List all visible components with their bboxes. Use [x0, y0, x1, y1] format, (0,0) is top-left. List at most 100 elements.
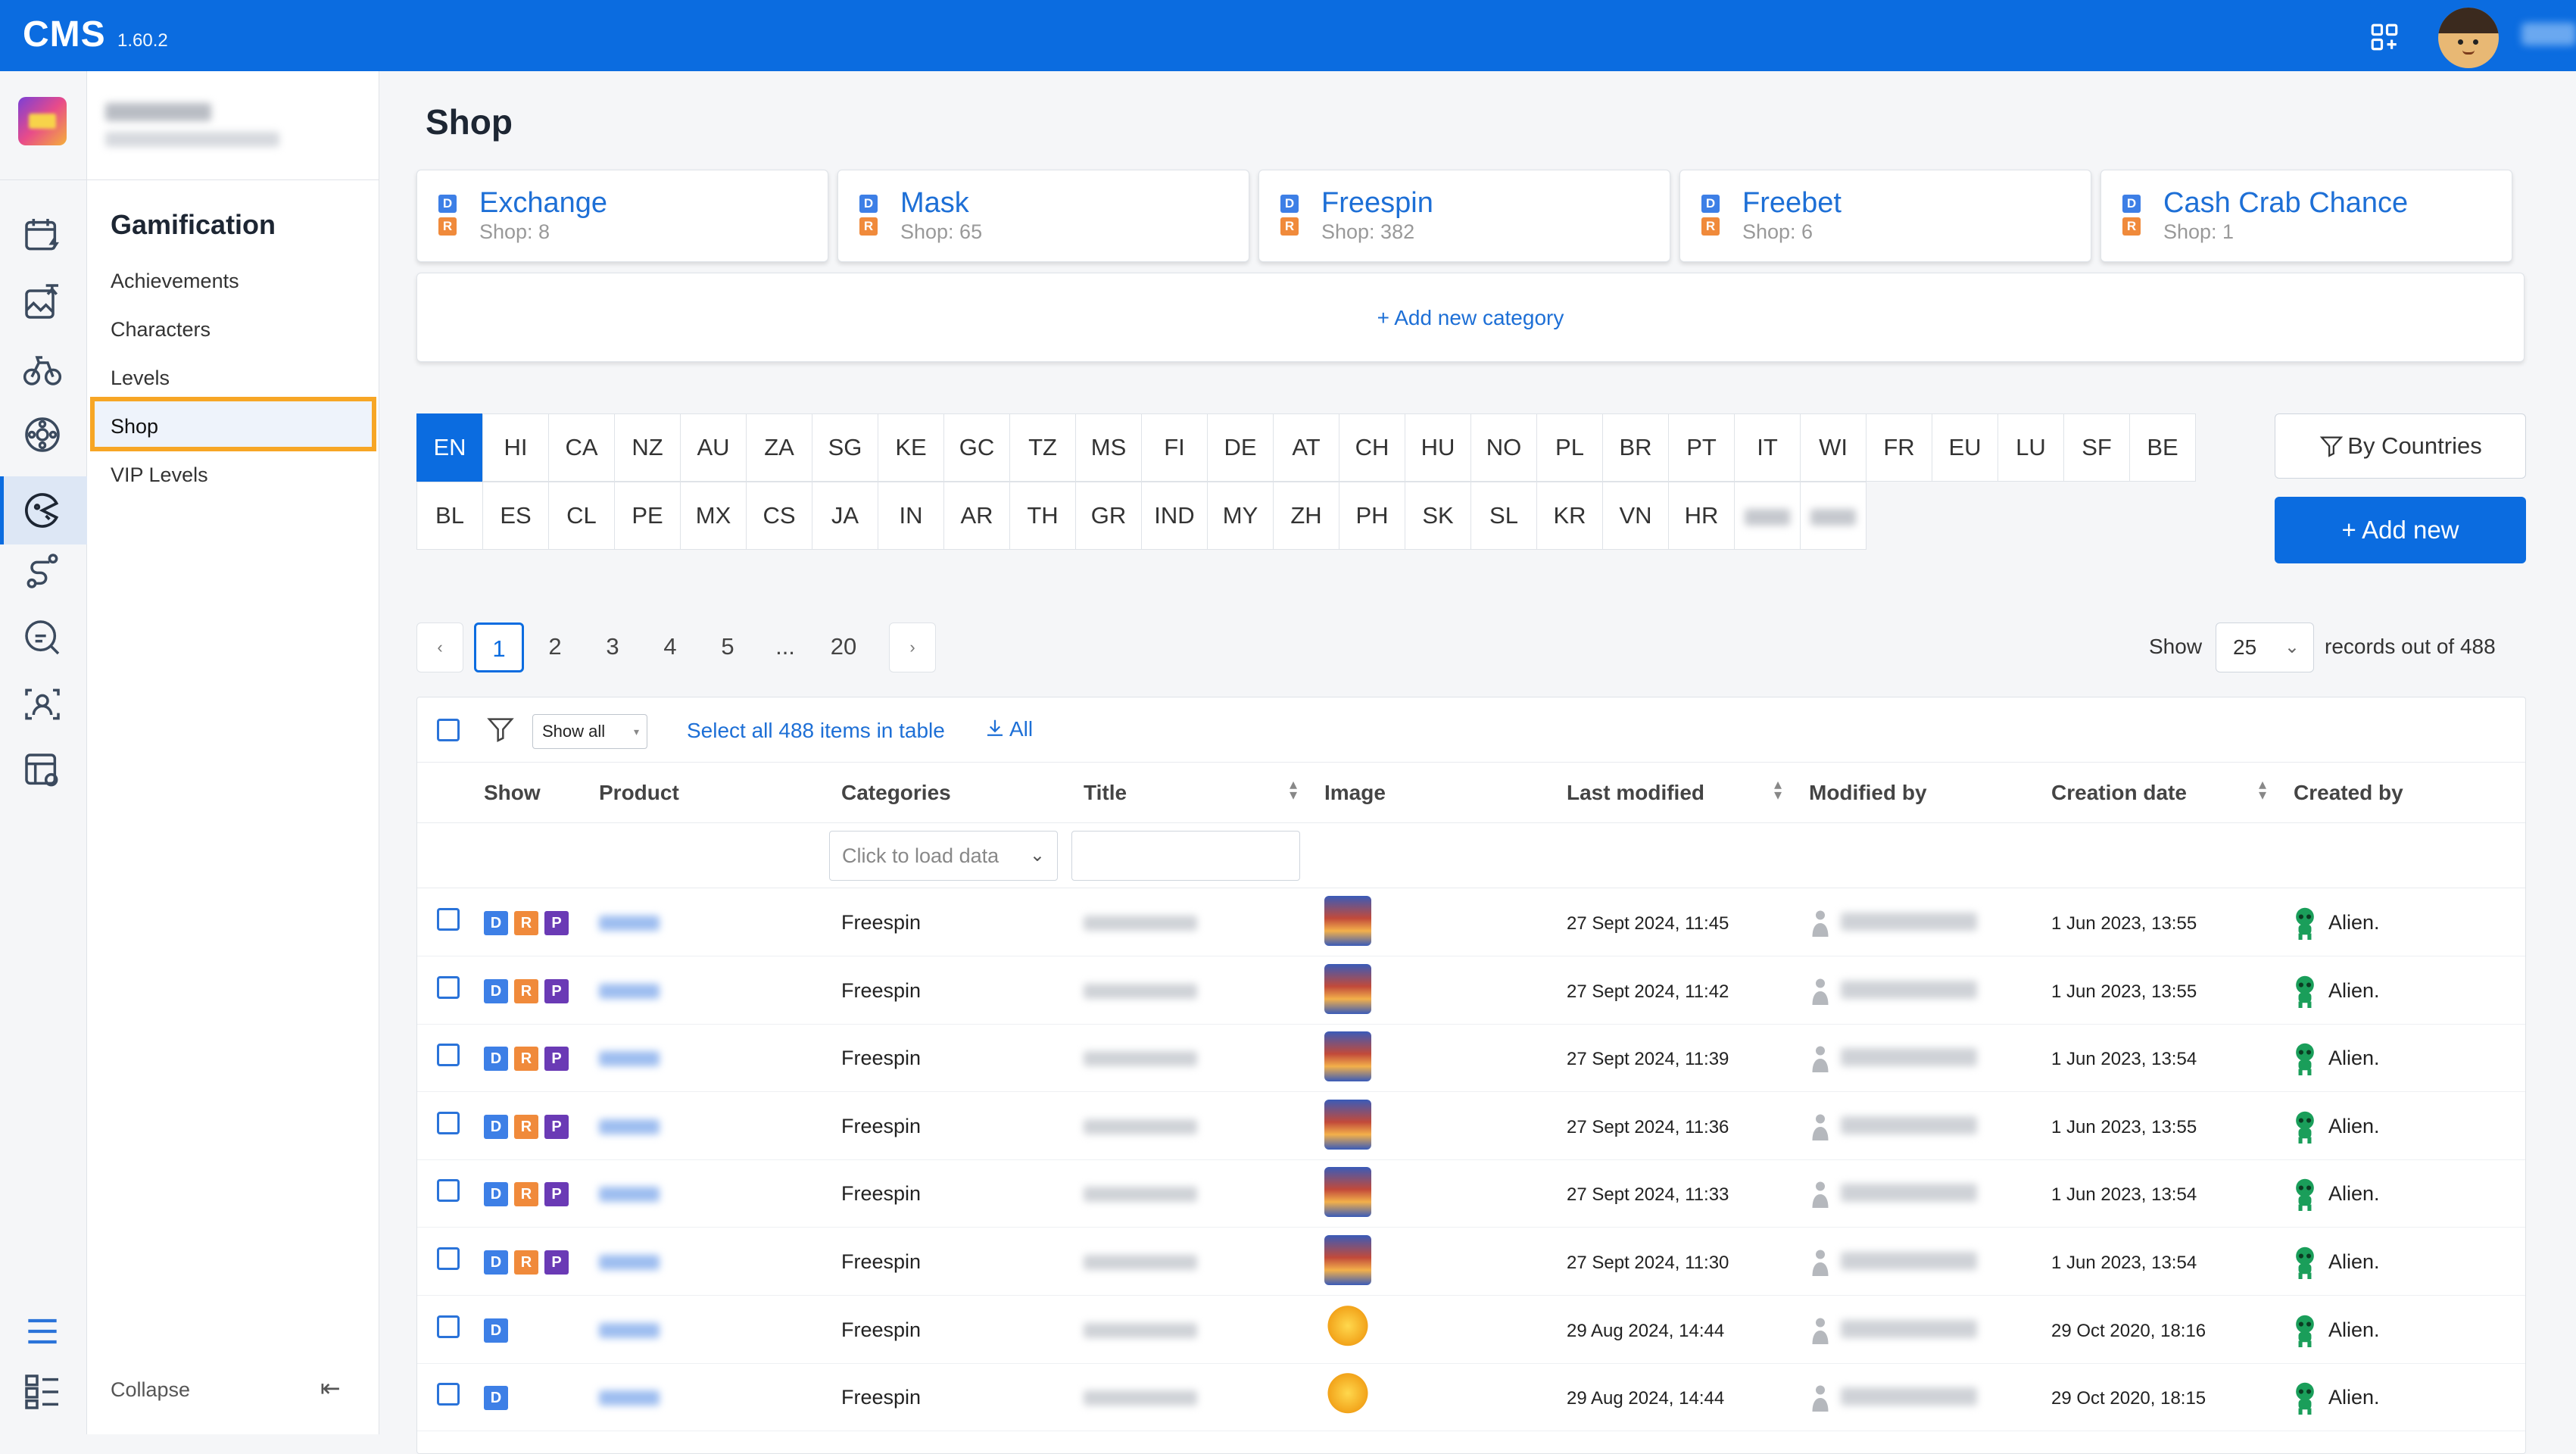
- add-new-button[interactable]: + Add new: [2275, 497, 2526, 563]
- organization-logo[interactable]: [18, 97, 67, 145]
- language-tab-en[interactable]: EN: [416, 413, 483, 482]
- language-tab-ja[interactable]: JA: [812, 482, 878, 550]
- category-name[interactable]: Cash Crab Chance: [2163, 187, 2408, 220]
- category-card-freespin[interactable]: DR Freespin Shop: 382: [1258, 170, 1670, 262]
- row-checkbox[interactable]: [437, 908, 460, 931]
- user-avatar[interactable]: [2438, 8, 2499, 68]
- row-checkbox[interactable]: [437, 1111, 460, 1134]
- language-tab-fi[interactable]: FI: [1141, 413, 1208, 482]
- language-tab-ph[interactable]: PH: [1339, 482, 1405, 550]
- language-tab-it[interactable]: IT: [1734, 413, 1801, 482]
- language-tab-pl[interactable]: PL: [1536, 413, 1603, 482]
- layout-settings-icon[interactable]: [21, 750, 64, 792]
- language-tab-gr[interactable]: GR: [1075, 482, 1142, 550]
- row-checkbox[interactable]: [437, 1044, 460, 1067]
- sidebar-item-levels[interactable]: Levels: [111, 367, 170, 390]
- app-brand[interactable]: CMS: [23, 14, 106, 55]
- table-row[interactable]: D Freespin 29 Aug 2024, 14:44 29 Oct 2020, …: [417, 1363, 2525, 1432]
- language-tab-ca[interactable]: CA: [548, 413, 615, 482]
- apps-add-icon[interactable]: [2369, 21, 2400, 53]
- row-checkbox[interactable]: [437, 1179, 460, 1203]
- sort-icon[interactable]: ▴ ▾: [2259, 777, 2266, 803]
- table-row[interactable]: D R P Freespin 27 Sept 2024, 11:45 1 Jun 2023…: [417, 888, 2525, 956]
- row-checkbox[interactable]: [437, 975, 460, 999]
- category-name[interactable]: Mask: [900, 187, 969, 220]
- language-tab-tz[interactable]: TZ: [1009, 413, 1076, 482]
- column-last-modified[interactable]: Last modified: [1567, 781, 1704, 805]
- product-link-redacted[interactable]: [599, 1119, 660, 1134]
- table-row[interactable]: D R P Freespin 27 Sept 2024, 11:36 1 Jun 2023…: [417, 1092, 2525, 1160]
- category-card-cash-crab-chance[interactable]: DR Cash Crab Chance Shop: 1: [2100, 170, 2512, 262]
- category-card-exchange[interactable]: DR Exchange Shop: 8: [416, 170, 828, 262]
- language-tab-ch[interactable]: CH: [1339, 413, 1405, 482]
- language-tab-pt[interactable]: PT: [1668, 413, 1735, 482]
- language-tab-bl[interactable]: BL: [416, 482, 483, 550]
- calendar-bolt-icon[interactable]: [21, 214, 64, 256]
- next-page-button[interactable]: ›: [889, 622, 936, 672]
- table-row[interactable]: D R P Freespin 27 Sept 2024, 11:30 1 Jun 2023…: [417, 1228, 2525, 1296]
- language-tab-redacted[interactable]: [1800, 482, 1867, 550]
- user-scan-icon[interactable]: [21, 683, 64, 725]
- page-4[interactable]: 4: [651, 622, 689, 672]
- collapse-arrow-icon[interactable]: ⇤: [320, 1374, 351, 1404]
- product-link-redacted[interactable]: [599, 1051, 660, 1067]
- pacman-gauge-icon[interactable]: [21, 489, 64, 532]
- categories-filter-select[interactable]: Click to load data ⌄: [829, 831, 1058, 881]
- language-tab-th[interactable]: TH: [1009, 482, 1076, 550]
- table-row[interactable]: D R P Freespin 27 Sept 2024, 11:39 1 Jun 2023…: [417, 1024, 2525, 1093]
- language-tab-nz[interactable]: NZ: [614, 413, 681, 482]
- language-tab-cl[interactable]: CL: [548, 482, 615, 550]
- category-name[interactable]: Freespin: [1321, 187, 1433, 220]
- page-20[interactable]: 20: [821, 622, 866, 672]
- add-category-button[interactable]: + Add new category: [417, 273, 2524, 363]
- language-tab-sl[interactable]: SL: [1470, 482, 1537, 550]
- category-name[interactable]: Freebet: [1742, 187, 1842, 220]
- page-5[interactable]: 5: [709, 622, 747, 672]
- filter-icon[interactable]: [485, 714, 516, 744]
- page-3[interactable]: 3: [594, 622, 632, 672]
- table-row[interactable]: D R P Freespin 27 Sept 2024, 11:33 1 Jun 2023…: [417, 1159, 2525, 1228]
- language-tab-cs[interactable]: CS: [746, 482, 812, 550]
- language-tab-ind[interactable]: IND: [1141, 482, 1208, 550]
- product-link-redacted[interactable]: [599, 1390, 660, 1406]
- search-chat-icon[interactable]: [21, 616, 64, 659]
- column-title[interactable]: Title: [1084, 781, 1127, 805]
- language-tab-pe[interactable]: PE: [614, 482, 681, 550]
- page-size-select[interactable]: 25 ⌄: [2216, 622, 2314, 672]
- prev-page-button[interactable]: ‹: [416, 622, 463, 672]
- language-tab-hu[interactable]: HU: [1405, 413, 1471, 482]
- language-tab-be[interactable]: BE: [2129, 413, 2196, 482]
- language-tab-eu[interactable]: EU: [1932, 413, 1998, 482]
- language-tab-no[interactable]: NO: [1470, 413, 1537, 482]
- product-link-redacted[interactable]: [599, 916, 660, 931]
- category-card-mask[interactable]: DR Mask Shop: 65: [837, 170, 1249, 262]
- language-tab-wi[interactable]: WI: [1800, 413, 1867, 482]
- language-tab-mx[interactable]: MX: [680, 482, 747, 550]
- collapse-button[interactable]: Collapse: [111, 1378, 190, 1402]
- settings-wheel-icon[interactable]: [21, 413, 64, 456]
- bicycle-icon[interactable]: [21, 347, 64, 389]
- language-tab-fr[interactable]: FR: [1866, 413, 1932, 482]
- column-creation-date[interactable]: Creation date: [2051, 781, 2187, 805]
- list-grid-icon[interactable]: [21, 1371, 64, 1413]
- language-tab-hr[interactable]: HR: [1668, 482, 1735, 550]
- row-checkbox[interactable]: [437, 1315, 460, 1338]
- product-link-redacted[interactable]: [599, 1255, 660, 1270]
- sort-icon[interactable]: ▴ ▾: [1290, 777, 1297, 803]
- language-tab-zh[interactable]: ZH: [1273, 482, 1339, 550]
- language-tab-hi[interactable]: HI: [482, 413, 549, 482]
- page-1[interactable]: 1: [474, 622, 524, 672]
- language-tab-ar[interactable]: AR: [943, 482, 1010, 550]
- language-tab-vn[interactable]: VN: [1602, 482, 1669, 550]
- language-tab-es[interactable]: ES: [482, 482, 549, 550]
- menu-icon[interactable]: [21, 1310, 64, 1353]
- sidebar-item-vip-levels[interactable]: VIP Levels: [111, 463, 208, 487]
- language-tab-lu[interactable]: LU: [1997, 413, 2064, 482]
- language-tab-de[interactable]: DE: [1207, 413, 1274, 482]
- select-all-checkbox[interactable]: [437, 719, 460, 741]
- language-tab-redacted[interactable]: [1734, 482, 1801, 550]
- sidebar-item-characters[interactable]: Characters: [111, 318, 211, 342]
- row-checkbox[interactable]: [437, 1383, 460, 1406]
- row-checkbox[interactable]: [437, 1247, 460, 1270]
- sidebar-item-achievements[interactable]: Achievements: [111, 270, 239, 293]
